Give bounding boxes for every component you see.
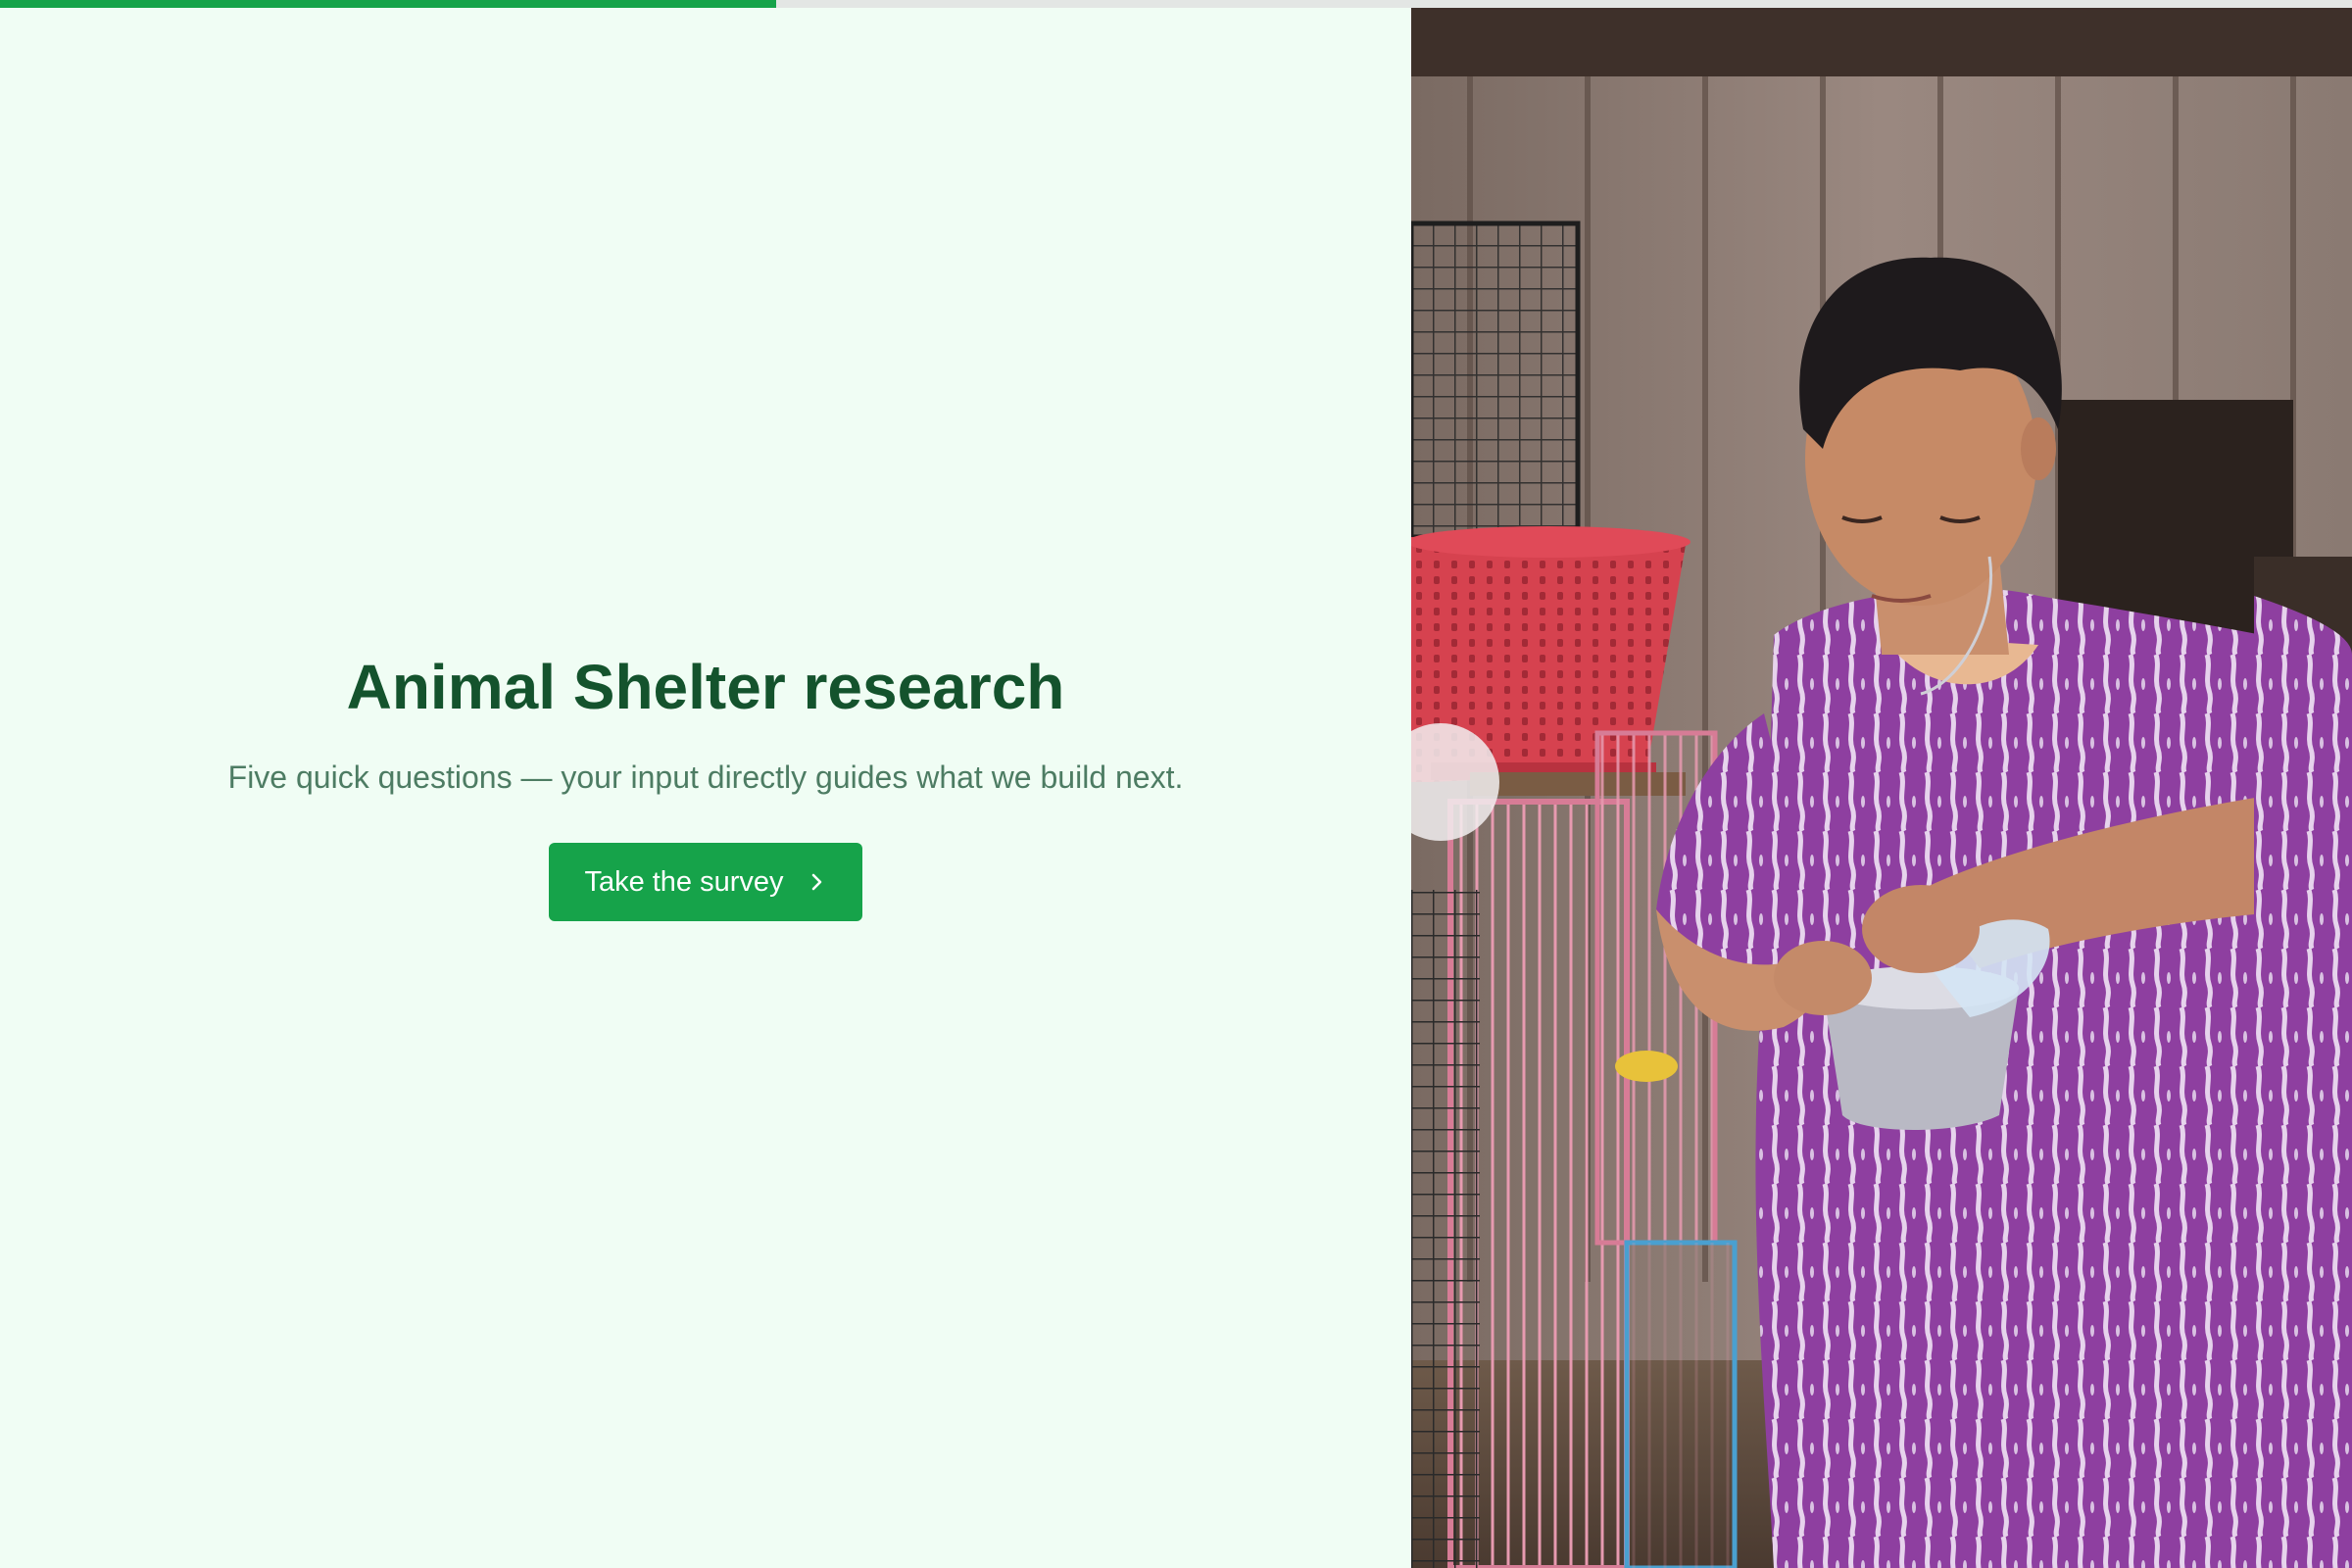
progress-bar-fill bbox=[0, 0, 776, 8]
take-survey-label: Take the survey bbox=[584, 865, 784, 898]
progress-bar bbox=[0, 0, 2352, 8]
page-subtitle: Five quick questions — your input direct… bbox=[227, 760, 1184, 795]
intro-panel: Animal Shelter research Five quick quest… bbox=[0, 8, 1411, 1568]
chevron-right-icon bbox=[806, 871, 827, 893]
shelter-worker-photo bbox=[1411, 8, 2352, 1568]
take-survey-button[interactable]: Take the survey bbox=[549, 843, 862, 921]
page-title: Animal Shelter research bbox=[346, 652, 1065, 722]
